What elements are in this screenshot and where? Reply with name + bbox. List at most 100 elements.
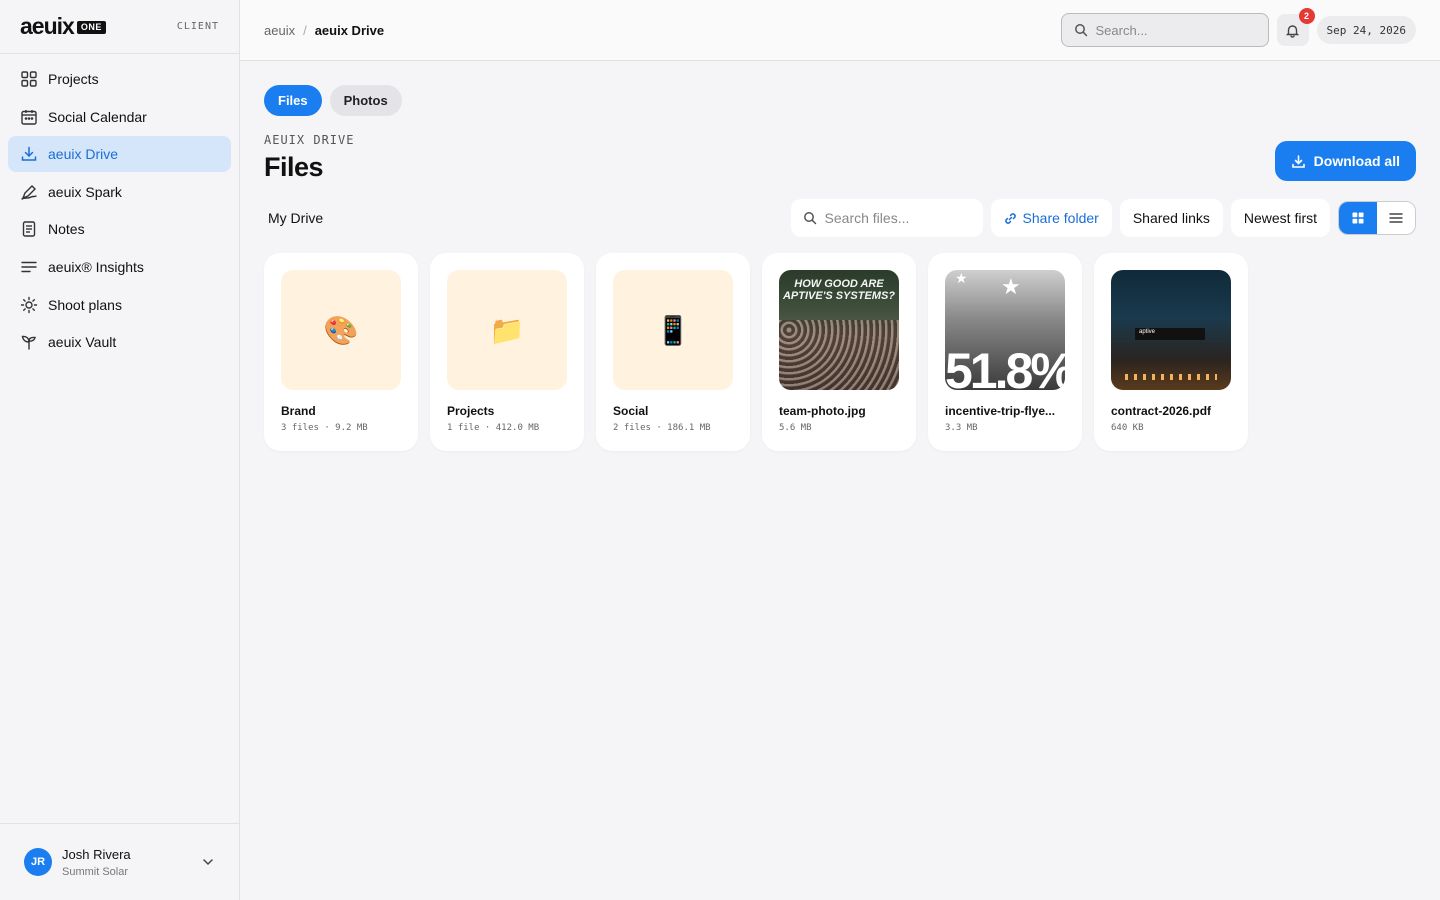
sidebar: aeuix ONE CLIENT Projects Social Calenda…: [0, 0, 240, 900]
user-menu[interactable]: JR Josh Rivera Summit Solar: [0, 823, 239, 900]
sidebar-item-label: aeuix Vault: [48, 334, 117, 351]
palette-icon: 🎨: [281, 270, 401, 390]
file-meta: 1 file · 412.0 MB: [447, 423, 540, 433]
bell-icon: [1285, 24, 1300, 38]
search-icon: [1074, 24, 1087, 37]
sidebar-item-label: aeuix Drive: [48, 146, 119, 163]
phone-icon: 📱: [613, 270, 733, 390]
breadcrumb: aeuix / aeuix Drive: [264, 23, 1061, 38]
sprout-icon: [21, 335, 36, 350]
sidebar-item-label: Projects: [48, 71, 99, 87]
search-icon: [803, 212, 816, 225]
booth-lights: [1125, 374, 1217, 380]
sidebar-item-label: Social Calendar: [48, 108, 147, 125]
sidebar-item-label: aeuix Spark: [48, 183, 122, 200]
download-icon: [21, 146, 37, 161]
view-tabs: Files Photos: [264, 85, 1416, 116]
page-title: Files: [264, 152, 324, 182]
thumbnail-headline: HOW GOOD ARE APTIVE'S SYSTEMS?: [782, 278, 896, 302]
title-row: Files Download all: [264, 141, 1416, 183]
sidebar-item-label: Shoot plans: [48, 296, 122, 313]
share-folder-button[interactable]: Share folder: [990, 199, 1112, 237]
sidebar-item-aeuix-insights[interactable]: aeuix® Insights: [8, 249, 231, 285]
brand-bar: aeuix ONE CLIENT: [0, 0, 239, 54]
lines-icon: [21, 261, 37, 273]
file-search-placeholder: Search files...: [824, 210, 910, 226]
sidebar-item-label: aeuix® Insights: [48, 258, 144, 275]
grid-icon: [21, 71, 37, 87]
view-toggle: [1338, 201, 1416, 235]
global-search-input[interactable]: Search...: [1060, 13, 1269, 47]
breadcrumb-root[interactable]: aeuix: [264, 23, 295, 38]
image-thumbnail: ★ ★ 51.8%: [945, 270, 1065, 390]
star-icon: ★: [1001, 274, 1021, 299]
file-name: team-photo.jpg: [779, 404, 866, 418]
star-icon: ★: [955, 270, 968, 286]
logo-word: aeuix: [20, 13, 75, 39]
page-eyebrow: AEUIX DRIVE: [264, 133, 355, 147]
main-content: Files Photos AEUIX DRIVE Files Download …: [264, 61, 1416, 451]
file-name: Projects: [447, 404, 495, 418]
drive-location: My Drive: [268, 210, 324, 226]
thumbnail-headline: 51.8%: [945, 343, 1065, 390]
notifications-button[interactable]: 2: [1276, 8, 1315, 46]
chevron-down-icon[interactable]: [201, 855, 215, 869]
file-name: contract-2026.pdf: [1111, 404, 1212, 418]
pen-icon: [21, 184, 37, 200]
logo-badge: ONE: [76, 21, 106, 34]
file-meta: 5.6 MB: [779, 423, 812, 433]
folder-icon: 📁: [447, 270, 567, 390]
file-search-input[interactable]: Search files...: [790, 199, 983, 237]
thumbnail-headline: aptive: [1139, 329, 1156, 335]
list-view-button[interactable]: [1377, 202, 1415, 234]
list-view-icon: [1389, 213, 1403, 223]
client-tag: CLIENT: [176, 21, 219, 32]
calendar-icon: [21, 109, 37, 125]
sidebar-item-shoot-plans[interactable]: Shoot plans: [8, 287, 231, 323]
grid-view-button[interactable]: [1339, 202, 1377, 234]
folder-card-social[interactable]: 📱 Social 2 files · 186.1 MB: [596, 253, 750, 451]
sort-select[interactable]: Newest first: [1230, 199, 1330, 237]
sidebar-item-projects[interactable]: Projects: [8, 61, 231, 97]
image-thumbnail: aptive: [1111, 270, 1231, 390]
notification-badge: 2: [1298, 8, 1315, 24]
tab-photos[interactable]: Photos: [329, 85, 402, 116]
download-all-button[interactable]: Download all: [1274, 141, 1416, 181]
avatar: JR: [24, 848, 52, 876]
link-icon: [1004, 212, 1016, 224]
folder-card-projects[interactable]: 📁 Projects 1 file · 412.0 MB: [430, 253, 584, 451]
breadcrumb-separator: /: [303, 22, 307, 38]
file-name: incentive-trip-flye...: [945, 404, 1056, 418]
date-pill: Sep 24, 2026: [1316, 16, 1416, 44]
file-name: Brand: [281, 404, 316, 418]
sidebar-item-aeuix-vault[interactable]: aeuix Vault: [8, 324, 231, 360]
breadcrumb-current: aeuix Drive: [314, 22, 385, 38]
sidebar-item-label: Notes: [48, 221, 85, 238]
shared-links-button[interactable]: Shared links: [1119, 199, 1223, 237]
sidebar-item-notes[interactable]: Notes: [8, 211, 231, 247]
file-meta: 640 KB: [1111, 423, 1144, 433]
share-folder-label: Share folder: [1022, 210, 1099, 226]
crowd-texture: [779, 320, 899, 390]
file-card-team-photo[interactable]: HOW GOOD ARE APTIVE'S SYSTEMS? team-phot…: [762, 253, 916, 451]
file-grid: 🎨 Brand 3 files · 9.2 MB 📁 Projects 1 fi…: [264, 253, 1416, 451]
file-card-contract[interactable]: aptive contract-2026.pdf 640 KB: [1094, 253, 1248, 451]
tab-files[interactable]: Files: [264, 85, 322, 116]
image-thumbnail: HOW GOOD ARE APTIVE'S SYSTEMS?: [779, 270, 899, 390]
file-meta: 3.3 MB: [945, 423, 978, 433]
grid-view-icon: [1352, 212, 1364, 224]
folder-card-brand[interactable]: 🎨 Brand 3 files · 9.2 MB: [264, 253, 418, 451]
sidebar-item-aeuix-spark[interactable]: aeuix Spark: [8, 174, 231, 210]
file-card-incentive-flyer[interactable]: ★ ★ 51.8% incentive-trip-flye... 3.3 MB: [928, 253, 1082, 451]
document-icon: [22, 221, 36, 238]
sidebar-item-aeuix-drive[interactable]: aeuix Drive: [8, 136, 231, 173]
topbar: aeuix / aeuix Drive Search... 2 Sep 24, …: [240, 0, 1440, 61]
user-org: Summit Solar: [62, 865, 129, 878]
logo[interactable]: aeuix ONE: [20, 15, 106, 38]
file-name: Social: [613, 404, 649, 418]
drive-toolbar: My Drive Search files... Share folder Sh…: [264, 199, 1416, 237]
sidebar-item-social-calendar[interactable]: Social Calendar: [8, 99, 231, 135]
global-search-placeholder: Search...: [1095, 22, 1148, 38]
sun-icon: [20, 296, 38, 313]
sidebar-nav: Projects Social Calendar aeuix Drive aeu…: [0, 54, 239, 369]
